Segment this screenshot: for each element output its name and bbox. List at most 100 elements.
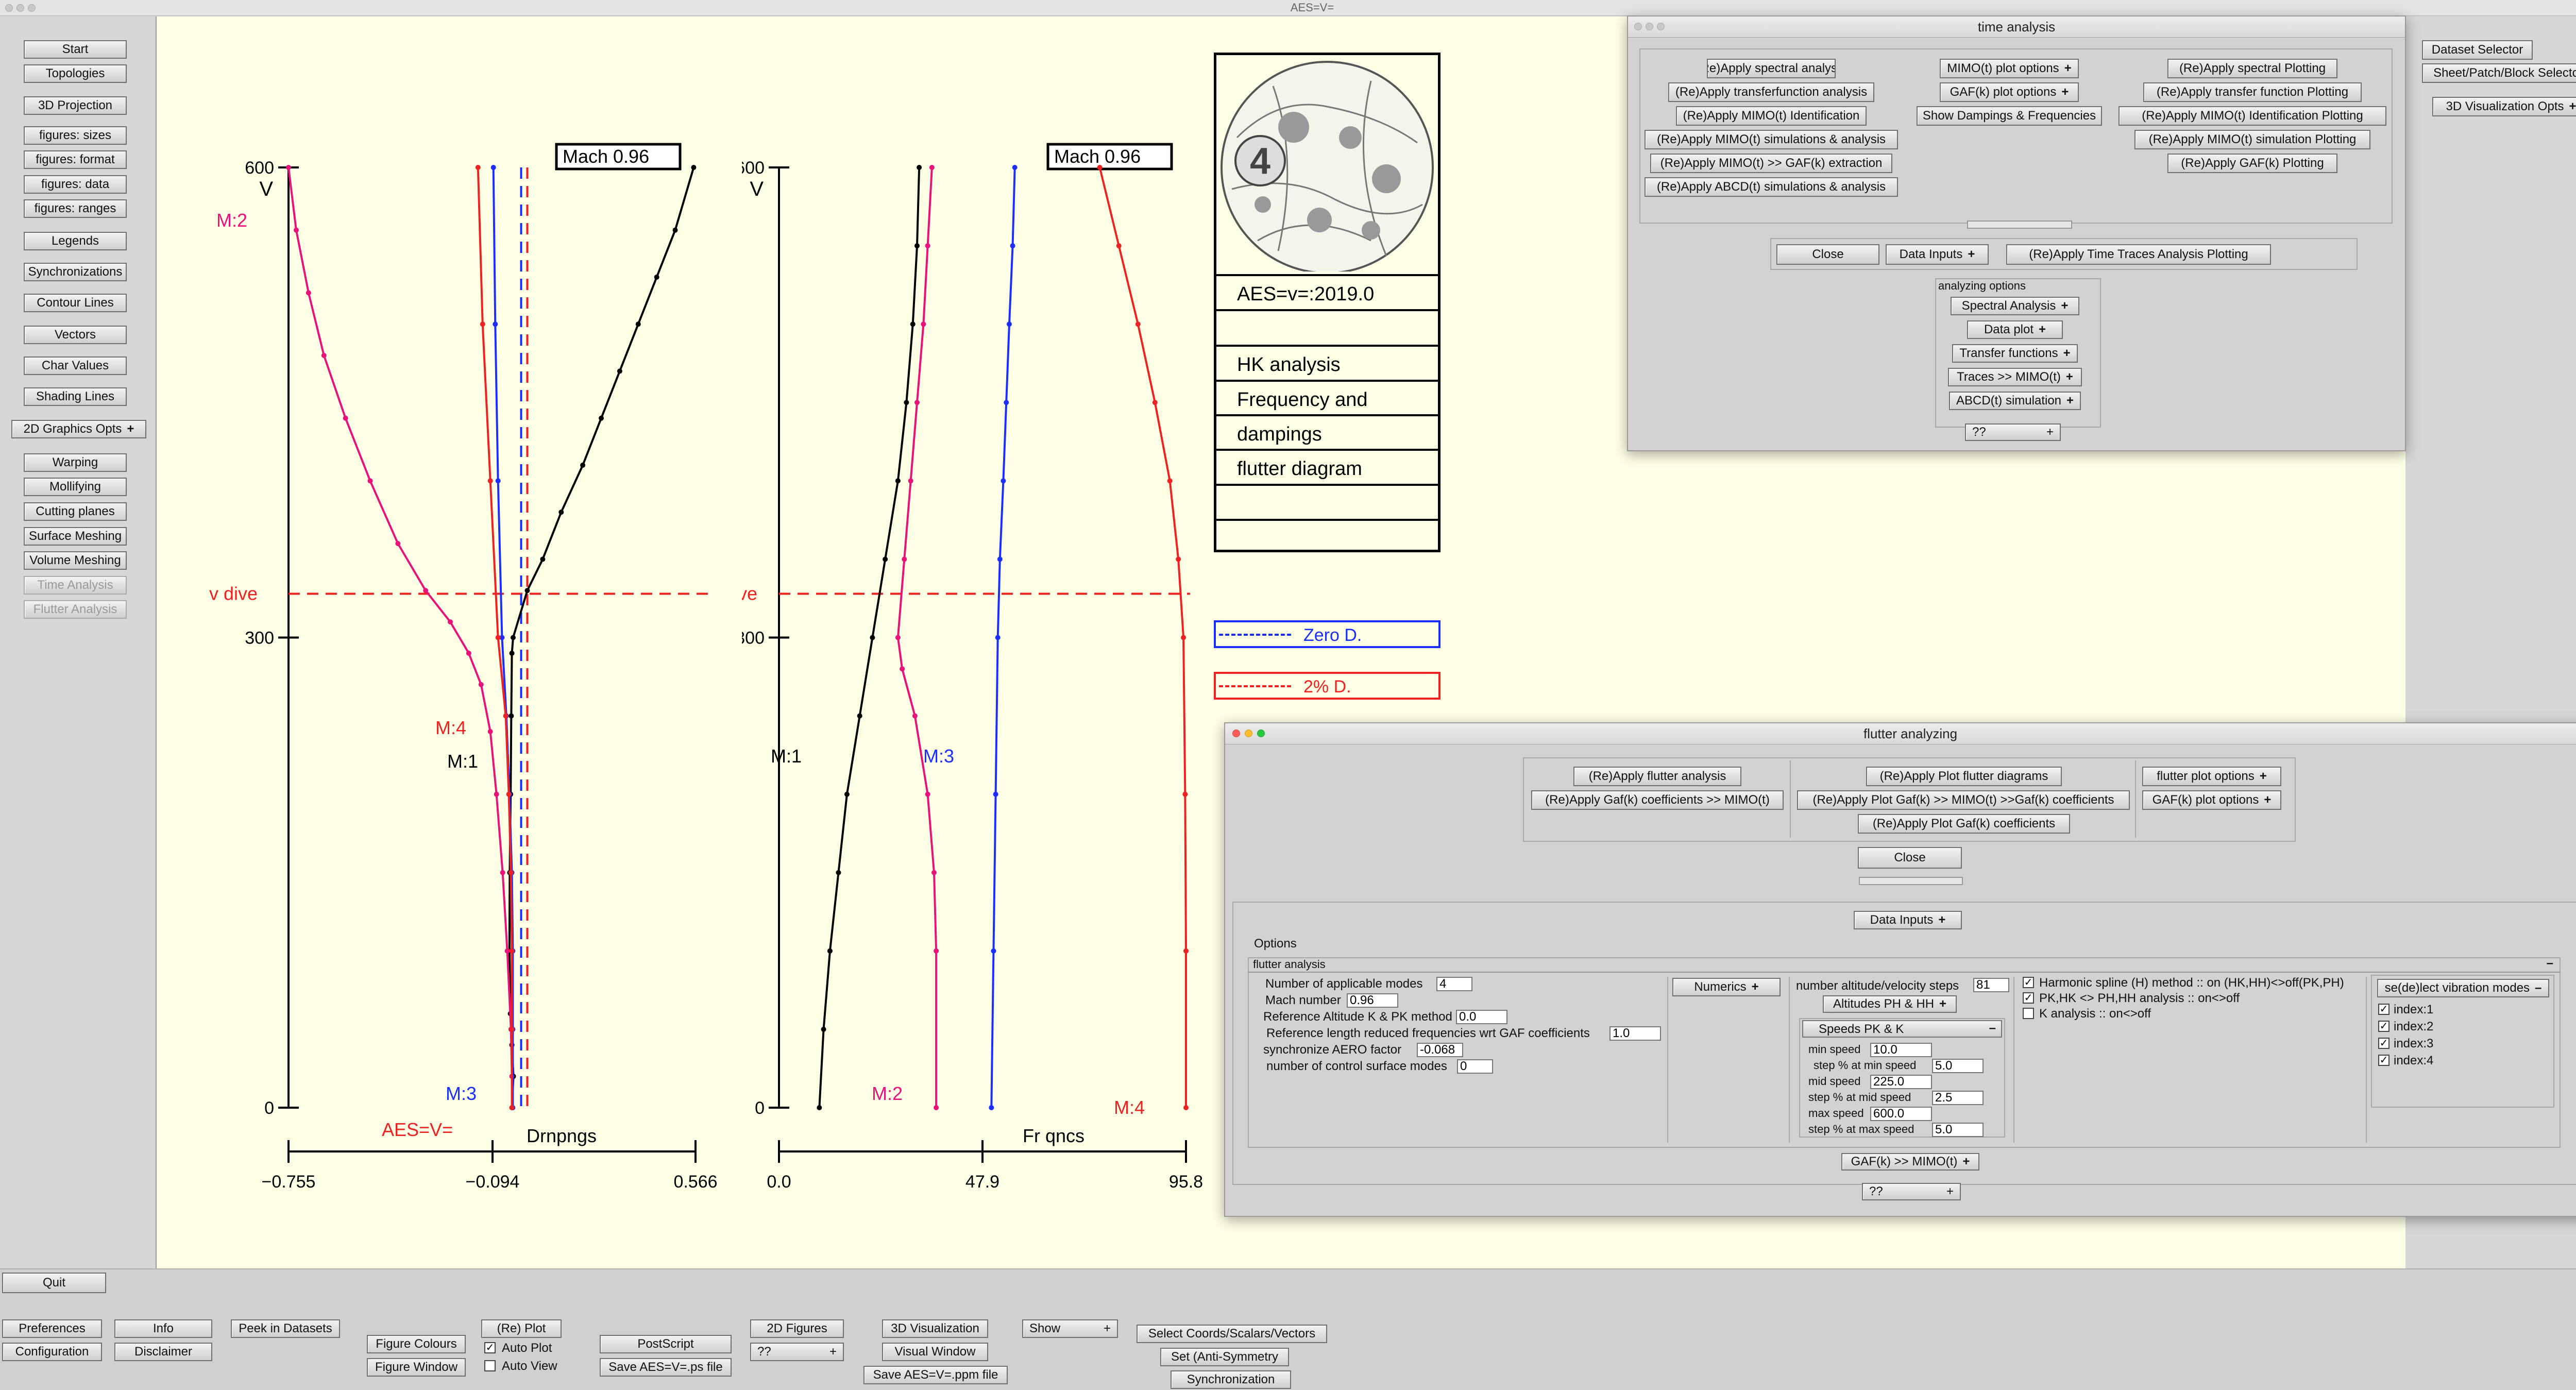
- sidebar-item-6[interactable]: figures: ranges: [24, 199, 127, 218]
- speed-input[interactable]: 5.0: [1932, 1123, 1984, 1137]
- analyzing-option-button[interactable]: ABCD(t) simulation+: [1949, 392, 2081, 410]
- time-plotting-button[interactable]: (Re)Apply MIMO(t) Identification Plottin…: [2119, 106, 2386, 126]
- flutter-extra-menu-button[interactable]: ??+: [1862, 1183, 1961, 1200]
- sheet-selector-button[interactable]: Sheet/Patch/Block Selector: [2422, 63, 2576, 83]
- field-input[interactable]: -0.068: [1417, 1043, 1463, 1057]
- synchronization-button[interactable]: Synchronization: [1171, 1370, 1291, 1389]
- speed-input[interactable]: 600.0: [1870, 1107, 1932, 1121]
- sidebar-item-19[interactable]: Time Analysis: [24, 576, 127, 595]
- gaf-plot-options-button[interactable]: GAF(k) plot options+: [2142, 790, 2281, 810]
- sidebar-item-0[interactable]: Start: [24, 40, 127, 59]
- field-input[interactable]: 0: [1457, 1059, 1493, 1074]
- numerics-button[interactable]: Numerics+: [1672, 978, 1781, 996]
- sidebar-item-18[interactable]: Volume Meshing: [24, 551, 127, 570]
- sidebar-item-15[interactable]: Mollifying: [24, 478, 127, 496]
- show-menu-button[interactable]: Show+: [1022, 1319, 1118, 1338]
- time-action-button[interactable]: (Re)Apply MIMO(t) >> GAF(k) extraction: [1650, 154, 1892, 173]
- flutter-plot-options-button[interactable]: flutter plot options+: [2142, 767, 2281, 786]
- time-data-inputs-button[interactable]: Data Inputs+: [1886, 244, 1989, 265]
- sidebar-item-9[interactable]: Contour Lines: [24, 294, 127, 312]
- field-input[interactable]: 0.0: [1456, 1010, 1507, 1024]
- time-plotting-button[interactable]: (Re)Apply transfer function Plotting: [2143, 82, 2362, 102]
- speed-input[interactable]: 2.5: [1932, 1091, 1984, 1105]
- analyzing-option-button[interactable]: Traces >> MIMO(t)+: [1948, 368, 2082, 386]
- dataset-selector-button[interactable]: Dataset Selector: [2422, 40, 2533, 60]
- index-checkbox[interactable]: ✓: [2378, 1004, 2389, 1015]
- time-extra-menu-button[interactable]: ??+: [1965, 423, 2061, 441]
- figures-menu-button[interactable]: ??+: [750, 1343, 844, 1361]
- index-checkbox[interactable]: ✓: [2378, 1055, 2389, 1066]
- time-plot-option-button[interactable]: Show Dampings & Frequencies: [1917, 106, 2102, 126]
- sidebar-item-4[interactable]: figures: format: [24, 150, 127, 169]
- auto-view-checkbox[interactable]: [484, 1360, 496, 1371]
- collapse-icon[interactable]: –: [2547, 957, 2553, 970]
- sidebar-item-11[interactable]: Char Values: [24, 357, 127, 375]
- time-plotting-button[interactable]: (Re)Apply spectral Plotting: [2167, 59, 2337, 78]
- gaf-mimo-button[interactable]: GAF(k) >> MIMO(t)+: [1841, 1153, 1979, 1171]
- vibration-modes-button[interactable]: se(de)lect vibration modes–: [2377, 979, 2549, 997]
- preferences-button[interactable]: Preferences: [2, 1319, 102, 1338]
- analyzing-option-button[interactable]: Data plot+: [1967, 320, 2063, 339]
- speed-input[interactable]: 10.0: [1870, 1043, 1932, 1057]
- save-ppm-button[interactable]: Save AES=V=.ppm file: [863, 1366, 1008, 1384]
- figure-colours-button[interactable]: Figure Colours: [367, 1335, 466, 1353]
- sidebar-item-12[interactable]: Shading Lines: [24, 387, 127, 406]
- time-action-button[interactable]: (Re)Apply MIMO(t) Identification: [1676, 106, 1867, 126]
- flutter-close-button[interactable]: Close: [1858, 847, 1962, 869]
- speeds-header[interactable]: Speeds PK & K –: [1802, 1020, 2002, 1038]
- option-checkbox[interactable]: ✓: [2023, 977, 2034, 988]
- field-input[interactable]: 0.96: [1347, 993, 1398, 1008]
- 3d-visualization-button[interactable]: 3D Visualization: [882, 1319, 988, 1338]
- 3d-visualization-opts-button[interactable]: 3D Visualization Opts+: [2432, 97, 2576, 116]
- sidebar-item-14[interactable]: Warping: [24, 453, 127, 472]
- sidebar-item-3[interactable]: figures: sizes: [24, 126, 127, 145]
- altitudes-button[interactable]: Altitudes PH & HH+: [1823, 995, 1957, 1013]
- time-close-button[interactable]: Close: [1776, 244, 1879, 265]
- time-action-button[interactable]: (Re)Apply spectral analysis: [1707, 59, 1836, 78]
- analyzing-option-button[interactable]: Spectral Analysis+: [1951, 297, 2079, 315]
- field-input[interactable]: 4: [1436, 977, 1472, 991]
- plot-flutter-diagrams-button[interactable]: (Re)Apply Plot flutter diagrams: [1866, 767, 2062, 786]
- flutter-data-inputs-button[interactable]: Data Inputs+: [1854, 911, 1962, 929]
- option-checkbox[interactable]: [2023, 1008, 2034, 1019]
- info-button[interactable]: Info: [114, 1319, 212, 1338]
- sidebar-item-16[interactable]: Cutting planes: [24, 502, 127, 521]
- plot-gaf-mimo-button[interactable]: (Re)Apply Plot Gaf(k) >> MIMO(t) >>Gaf(k…: [1797, 790, 2130, 810]
- time-action-button[interactable]: (Re)Apply transferfunction analysis: [1668, 82, 1874, 102]
- steps-field[interactable]: 81: [1973, 978, 2009, 992]
- apply-flutter-analysis-button[interactable]: (Re)Apply flutter analysis: [1573, 767, 1741, 786]
- disclaimer-button[interactable]: Disclaimer: [114, 1343, 212, 1361]
- time-plot-option-button[interactable]: GAF(k) plot options+: [1940, 82, 2079, 102]
- sidebar-item-2[interactable]: 3D Projection: [24, 96, 127, 115]
- sidebar-item-5[interactable]: figures: data: [24, 175, 127, 194]
- set-anti-symmetry-button[interactable]: Set (Anti-Symmetry: [1160, 1348, 1289, 1366]
- flutter-analysis-header[interactable]: flutter analysis –: [1248, 957, 2561, 973]
- analyzing-option-button[interactable]: Transfer functions+: [1952, 344, 2078, 363]
- sidebar-item-1[interactable]: Topologies: [24, 64, 127, 83]
- visual-window-button[interactable]: Visual Window: [882, 1343, 988, 1361]
- sidebar-item-7[interactable]: Legends: [24, 232, 127, 250]
- speed-input[interactable]: 225.0: [1870, 1075, 1932, 1089]
- index-checkbox[interactable]: ✓: [2378, 1038, 2389, 1049]
- time-plot-option-button[interactable]: MIMO(t) plot options+: [1940, 59, 2079, 78]
- sidebar-item-20[interactable]: Flutter Analysis: [24, 600, 127, 619]
- collapse-icon[interactable]: –: [1989, 1022, 1996, 1035]
- speed-input[interactable]: 5.0: [1932, 1059, 1984, 1073]
- sidebar-item-13[interactable]: 2D Graphics Opts+: [11, 420, 146, 438]
- plot-gaf-coefficients-button[interactable]: (Re)Apply Plot Gaf(k) coefficients: [1858, 814, 2070, 834]
- 2d-figures-button[interactable]: 2D Figures: [750, 1319, 844, 1338]
- apply-gaf-mimo-button[interactable]: (Re)Apply Gaf(k) coefficients >> MIMO(t): [1531, 790, 1784, 810]
- sidebar-item-8[interactable]: Synchronizations: [24, 263, 127, 281]
- sidebar-item-10[interactable]: Vectors: [24, 326, 127, 344]
- configuration-button[interactable]: Configuration: [2, 1343, 102, 1361]
- quit-button[interactable]: Quit: [2, 1273, 106, 1293]
- peek-datasets-button[interactable]: Peek in Datasets: [231, 1319, 340, 1338]
- replot-button[interactable]: (Re) Plot: [481, 1319, 562, 1338]
- flutter-separator-handle[interactable]: [1859, 877, 1963, 885]
- time-plotting-button[interactable]: (Re)Apply MIMO(t) simulation Plotting: [2134, 130, 2370, 149]
- select-coords-button[interactable]: Select Coords/Scalars/Vectors: [1137, 1325, 1327, 1343]
- save-ps-button[interactable]: Save AES=V=.ps file: [600, 1358, 732, 1377]
- figure-window-button[interactable]: Figure Window: [367, 1358, 466, 1377]
- time-separator-handle[interactable]: [1967, 221, 2072, 229]
- option-checkbox[interactable]: ✓: [2023, 992, 2034, 1004]
